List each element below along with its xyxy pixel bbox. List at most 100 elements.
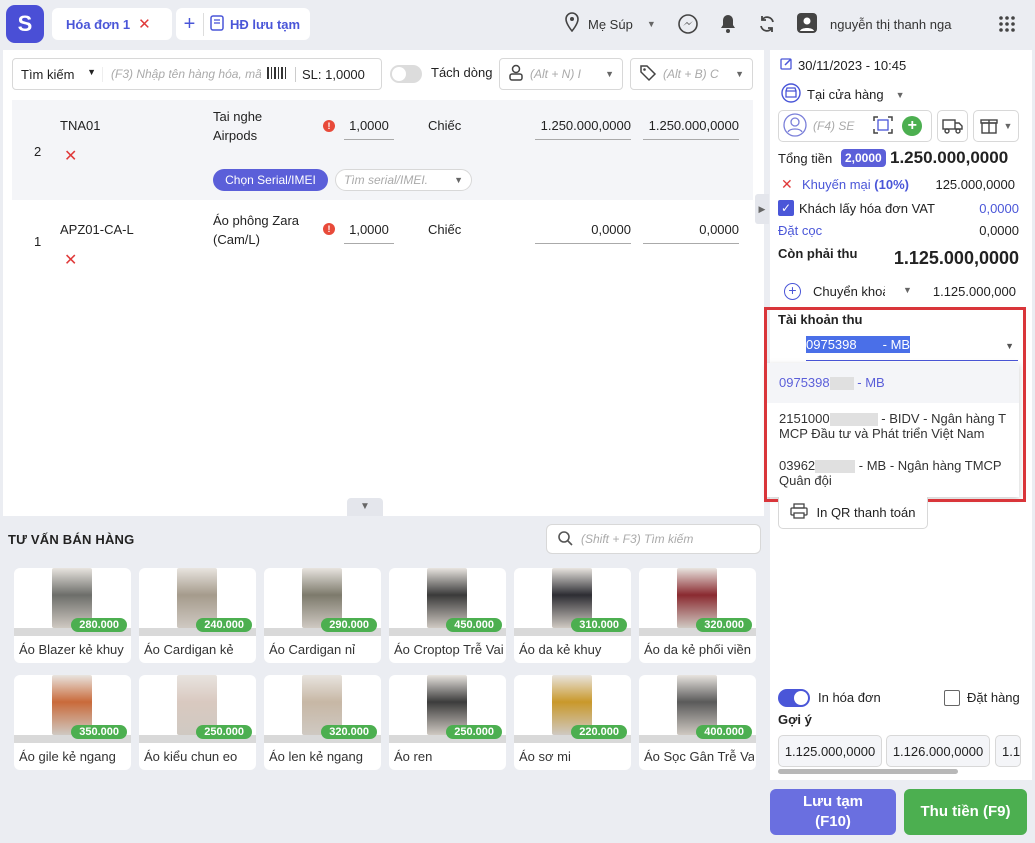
sales-channel-select[interactable]: Tại cửa hàng ▼: [781, 83, 905, 106]
order-label: Đặt hàng: [967, 690, 1020, 705]
print-invoice-toggle[interactable]: [778, 689, 810, 707]
product-card[interactable]: 250.000 Áo kiểu chun eo: [139, 675, 256, 770]
collapse-handle[interactable]: ▼: [347, 498, 383, 516]
add-customer-icon[interactable]: +: [902, 116, 923, 136]
product-card[interactable]: 350.000 Áo gile kẻ ngang: [14, 675, 131, 770]
saved-invoices-tab[interactable]: + HĐ lưu tạm: [176, 8, 310, 40]
product-card[interactable]: 320.000 Áo da kẻ phối viền: [639, 568, 756, 663]
suggestion-button[interactable]: 1.126.000,0000: [886, 735, 990, 767]
payment-method-label[interactable]: Chuyển khoả: [813, 284, 885, 299]
product-card[interactable]: 240.000 Áo Cardigan kẻ: [139, 568, 256, 663]
sync-icon[interactable]: [757, 12, 777, 36]
product-card[interactable]: 280.000 Áo Blazer kẻ khuy: [14, 568, 131, 663]
delete-line-icon[interactable]: ✕: [64, 250, 77, 270]
line-name-1: Tai nghe: [213, 109, 263, 124]
add-tab-icon[interactable]: +: [176, 12, 204, 36]
total-label: Tổng tiền: [778, 151, 833, 166]
pay-button[interactable]: Thu tiền (F9): [904, 789, 1027, 835]
product-card[interactable]: 250.000 Áo ren: [389, 675, 506, 770]
store-icon: [781, 83, 801, 106]
vat-checkbox[interactable]: ✓: [778, 200, 794, 216]
total-field[interactable]: 0,0000: [643, 222, 739, 244]
print-qr-label: In QR thanh toán: [816, 505, 916, 520]
suggestion-scrollbar[interactable]: [778, 769, 958, 774]
delivery-truck-icon[interactable]: [937, 110, 968, 142]
total-field[interactable]: 1.250.000,0000: [643, 118, 739, 140]
product-card[interactable]: 220.000 Áo sơ mi: [514, 675, 631, 770]
warning-icon: !: [323, 223, 335, 235]
app-logo: S: [6, 5, 44, 43]
line-name-2: Airpods: [213, 128, 258, 143]
document-icon: [210, 14, 224, 34]
customer-select[interactable]: (Alt + N) I ▼: [499, 58, 623, 90]
invoice-datetime[interactable]: 30/11/2023 - 10:45: [780, 57, 906, 73]
search-icon: [557, 530, 573, 549]
add-payment-icon[interactable]: +: [784, 283, 801, 300]
line-name: Áo phông Zara (Cam/L): [213, 211, 299, 249]
product-name: Áo gile kẻ ngang: [19, 749, 116, 764]
quantity-field[interactable]: 1,0000: [344, 222, 394, 244]
chevron-down-icon: ▼: [1003, 121, 1013, 131]
qr-scan-icon[interactable]: [872, 115, 894, 138]
price-field[interactable]: 0,0000: [535, 222, 631, 244]
product-price: 240.000: [196, 618, 252, 632]
search-mode-label: Tìm kiếm: [21, 66, 75, 82]
delete-line-icon[interactable]: ✕: [64, 146, 77, 166]
split-line-toggle[interactable]: [390, 65, 422, 83]
line-name-2: (Cam/L): [213, 232, 260, 247]
chevron-down-icon: ▼: [895, 89, 905, 100]
bell-icon[interactable]: [718, 12, 738, 36]
price-field[interactable]: 1.250.000,0000: [535, 118, 631, 140]
quantity-field[interactable]: 1,0000: [344, 118, 394, 140]
line-code: APZ01-CA-L: [60, 222, 134, 237]
customer-placeholder: (Alt + N) I: [530, 67, 582, 81]
search-mode-select[interactable]: Tìm kiếm ▼: [13, 66, 103, 82]
quantity-input[interactable]: SL: 1,0000: [295, 66, 365, 82]
product-card[interactable]: 320.000 Áo len kẻ ngang: [264, 675, 381, 770]
product-card[interactable]: 290.000 Áo Cardigan nỉ: [264, 568, 381, 663]
save-draft-button[interactable]: Lưu tạm (F10): [770, 789, 896, 835]
barcode-icon[interactable]: [265, 64, 289, 85]
user-menu[interactable]: nguyễn thị thanh nga: [796, 12, 951, 36]
remove-promo-icon[interactable]: ✕: [781, 176, 793, 193]
price-list-select[interactable]: (Alt + B) C ▼: [630, 58, 753, 90]
product-name: Áo ren: [394, 749, 433, 764]
product-card[interactable]: 450.000 Áo Croptop Trễ Vai: [389, 568, 506, 663]
product-price: 350.000: [71, 725, 127, 739]
expand-side-handle[interactable]: ▶: [755, 194, 769, 224]
suggestion-button[interactable]: 1.1: [995, 735, 1021, 767]
vat-amount[interactable]: 0,0000: [979, 201, 1019, 216]
printer-icon: [790, 503, 809, 522]
product-grid-search[interactable]: (Shift + F3) Tìm kiếm: [546, 524, 761, 554]
channel-label: Tại cửa hàng: [807, 87, 884, 102]
customer-field[interactable]: (F4) SE +: [778, 110, 932, 142]
choose-serial-button[interactable]: Chọn Serial/IMEI: [213, 169, 328, 191]
user-icon: [783, 112, 807, 140]
store-selector[interactable]: Mẹ Súp ▼: [564, 11, 656, 36]
tab-invoice-1[interactable]: Hóa đơn 1 ✕: [52, 8, 172, 40]
product-price: 250.000: [446, 725, 502, 739]
product-price: 320.000: [696, 618, 752, 632]
serial-search-select[interactable]: Tìm serial/IMEI. ▼: [335, 169, 472, 191]
line-index: 2: [34, 144, 42, 159]
close-icon[interactable]: ✕: [138, 15, 151, 33]
promo-label: Khuyến mại: [802, 177, 871, 192]
apps-grid-icon[interactable]: [998, 12, 1016, 36]
customer-icon: [508, 64, 524, 85]
product-card[interactable]: 310.000 Áo da kẻ khuy: [514, 568, 631, 663]
product-search-bar[interactable]: Tìm kiếm ▼ (F3) Nhập tên hàng hóa, mã hà…: [12, 58, 382, 90]
gift-select[interactable]: ▼: [973, 110, 1019, 142]
deposit-link[interactable]: Đặt cọc: [778, 223, 822, 238]
payment-amount[interactable]: 1.125.000,000: [933, 284, 1016, 299]
chevron-down-icon[interactable]: ▼: [903, 285, 912, 295]
order-checkbox[interactable]: [944, 690, 960, 706]
promo-link[interactable]: Khuyến mại (10%): [802, 177, 909, 192]
product-card[interactable]: 400.000 Áo Sọc Gân Trễ Vai: [639, 675, 756, 770]
products-section-title: TƯ VẤN BÁN HÀNG: [8, 532, 135, 547]
suggestion-button[interactable]: 1.125.000,0000: [778, 735, 882, 767]
search-input[interactable]: (F3) Nhập tên hàng hóa, mã hàng: [111, 67, 261, 81]
print-qr-button[interactable]: In QR thanh toán: [778, 497, 928, 529]
product-price: 320.000: [321, 725, 377, 739]
messenger-icon[interactable]: [677, 12, 699, 36]
split-line-label: Tách dòng: [431, 65, 493, 80]
